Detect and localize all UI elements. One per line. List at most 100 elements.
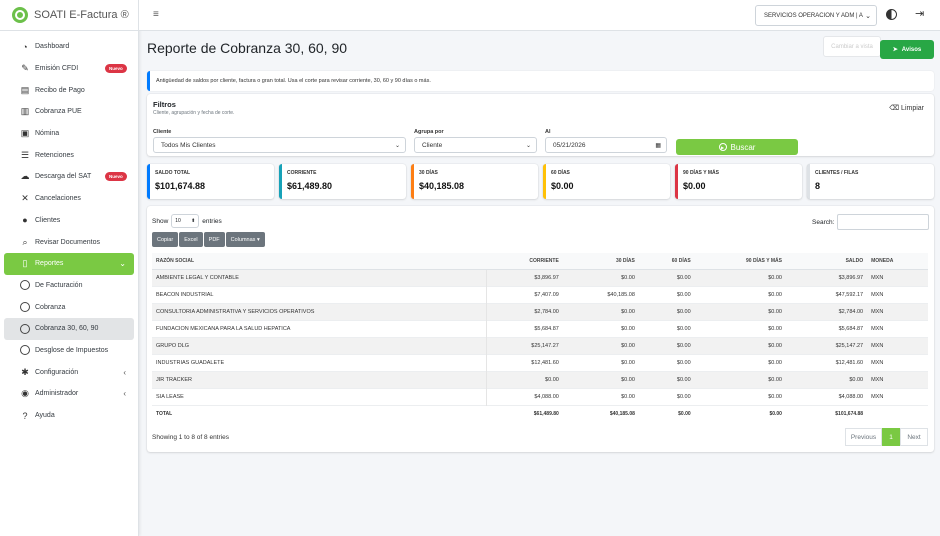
table-cell: MXN bbox=[867, 302, 928, 320]
export-button-0[interactable]: Copiar bbox=[152, 232, 179, 247]
sidebar-item-dashboard[interactable]: ◔ Dashboard bbox=[4, 36, 134, 58]
circle-icon bbox=[20, 280, 30, 291]
table-row[interactable]: GRUPO DLG $25,147.27 $0.00 $0.00 $0.00 $25,14… bbox=[152, 336, 928, 354]
new-badge: Nuevo bbox=[105, 64, 127, 74]
sidebar-item-recibo-de-pago[interactable]: ▤ Recibo de Pago bbox=[4, 79, 134, 101]
ghost-button[interactable]: Cambiar a vista bbox=[823, 36, 881, 57]
sidebar-item-label: Revisar Documentos bbox=[35, 238, 100, 246]
column-header[interactable]: 30 DÍAS bbox=[562, 253, 639, 270]
sidebar-item-desglose-de-impuestos[interactable]: Desglose de Impuestos bbox=[4, 340, 134, 362]
stat-value: $0.00 bbox=[551, 181, 574, 191]
calendar-icon[interactable]: ▦ bbox=[655, 142, 661, 149]
sidebar-item-cancelaciones[interactable]: ✕ Cancelaciones bbox=[4, 188, 134, 210]
date-input[interactable]: 05/21/2026 ▦ bbox=[545, 137, 667, 153]
stat-card: CLIENTES / FILAS 8 bbox=[807, 164, 934, 199]
table-row[interactable]: JIR TRACKER $0.00 $0.00 $0.00 $0.00 $0.00 MXN bbox=[152, 370, 928, 388]
sidebar-item-label: Administrador bbox=[35, 390, 79, 398]
buscar-button[interactable]: ▶ Buscar bbox=[676, 139, 798, 155]
export-button-2[interactable]: PDF bbox=[203, 232, 225, 247]
stat-value: $101,674.88 bbox=[155, 181, 206, 191]
sidebar-item-de-facturacion[interactable]: De Facturación bbox=[4, 275, 134, 297]
search-input[interactable] bbox=[837, 214, 930, 230]
table-cell: $0.00 bbox=[562, 319, 639, 337]
sidebar-item-label: Recibo de Pago bbox=[35, 86, 85, 94]
export-button-3[interactable]: Columnas ▾ bbox=[225, 232, 265, 247]
next-button[interactable]: Next bbox=[900, 428, 928, 446]
table-cell: MXN bbox=[867, 370, 928, 388]
total-cell: $101,674.88 bbox=[785, 404, 868, 422]
avisos-button[interactable]: ➤ Avisos bbox=[880, 40, 934, 59]
sidebar-nav: ◔ Dashboard ✎ Emisión CFDI Nuevo ▤ Recibo de P… bbox=[0, 31, 138, 426]
table-cell: MXN bbox=[867, 319, 928, 337]
total-cell: $61,489.80 bbox=[486, 404, 563, 422]
send-icon: ➤ bbox=[892, 47, 898, 53]
entries-value: 10 bbox=[175, 218, 181, 224]
sidebar-item-reportes[interactable]: ▯ Reportes ⌄ bbox=[4, 252, 134, 275]
table-row[interactable]: AMBIENTE LEGAL Y CONTABLE $3,896.97 $0.00 $… bbox=[152, 268, 928, 286]
sidebar-item-cobranza-30-60-90[interactable]: Cobranza 30, 60, 90 bbox=[4, 317, 134, 340]
sidebar-item-retenciones[interactable]: ☰ Retenciones bbox=[4, 144, 134, 166]
table-cell: $25,147.27 bbox=[785, 336, 868, 354]
cliente-label: Cliente bbox=[153, 129, 172, 135]
table-cell: $0.00 bbox=[694, 387, 786, 405]
brand[interactable]: SOATI E-Factura ® bbox=[0, 0, 138, 31]
hamburger-icon[interactable]: ≡ bbox=[153, 9, 159, 20]
agrupa-select[interactable]: Cliente ⌄ bbox=[414, 137, 537, 153]
table-cell: $0.00 bbox=[638, 336, 695, 354]
sidebar-item-clientes[interactable]: ● Clientes bbox=[4, 210, 134, 232]
column-header[interactable]: RAZÓN SOCIAL bbox=[152, 253, 487, 270]
list-icon: ☰ bbox=[20, 149, 30, 160]
sidebar-item-label: Cobranza 30, 60, 90 bbox=[35, 325, 99, 333]
app-name: SOATI E-Factura ® bbox=[34, 9, 129, 21]
sidebar-item-emision-cfdi[interactable]: ✎ Emisión CFDI Nuevo bbox=[4, 58, 134, 80]
topbar: ≡ SERVICIOS OPERACION Y ADM | A ⌄ ⇥ bbox=[139, 0, 940, 31]
play-icon: ▶ bbox=[718, 143, 727, 151]
table-search: Search: bbox=[812, 214, 930, 230]
sidebar-item-label: Configuración bbox=[35, 368, 79, 376]
table-row[interactable]: SIA LEASE $4,088.00 $0.00 $0.00 $0.00 $4,088.… bbox=[152, 387, 928, 405]
table-row[interactable]: INDUSTRIAS GUADALETE $12,481.60 $0.00 $0.00… bbox=[152, 353, 928, 371]
sidebar-item-cobranza-pue[interactable]: ▥ Cobranza PUE bbox=[4, 101, 134, 123]
column-header[interactable]: MONEDA bbox=[867, 253, 928, 270]
table-cell: FUNDACION MEXICANA PARA LA SALUD HEPATIC… bbox=[152, 319, 488, 337]
column-header[interactable]: 60 DÍAS bbox=[638, 253, 695, 270]
column-header[interactable]: SALDO bbox=[785, 253, 868, 270]
previous-button[interactable]: Previous bbox=[845, 428, 882, 446]
table-cell: $0.00 bbox=[562, 268, 639, 286]
stat-label: CLIENTES / FILAS bbox=[815, 170, 859, 176]
show-label: Show bbox=[152, 217, 169, 225]
table-cell: $12,481.60 bbox=[486, 353, 563, 371]
contrast-icon[interactable] bbox=[886, 9, 897, 20]
export-button-1[interactable]: Excel bbox=[179, 232, 203, 247]
sidebar-item-cobranza[interactable]: Cobranza bbox=[4, 296, 134, 318]
eraser-icon: ⌫ bbox=[889, 105, 900, 112]
table-row[interactable]: FUNDACION MEXICANA PARA LA SALUD HEPATIC… bbox=[152, 319, 928, 337]
column-header[interactable]: CORRIENTE bbox=[486, 253, 563, 270]
sidebar-item-descarga-del-sat[interactable]: ☁ Descarga del SAT Nuevo bbox=[4, 166, 134, 188]
entries-select[interactable]: 10 bbox=[171, 214, 200, 228]
sidebar-item-revisar-documentos[interactable]: ⌕ Revisar Documentos bbox=[4, 231, 134, 253]
table-cell: $0.00 bbox=[562, 353, 639, 371]
cliente-select[interactable]: Todos Mis Clientes ⌄ bbox=[153, 137, 406, 153]
sidebar-item-administrador[interactable]: ◉ Administrador ‹ bbox=[4, 383, 134, 405]
table-cell: $0.00 bbox=[638, 319, 695, 337]
logout-icon[interactable]: ⇥ bbox=[915, 7, 924, 20]
table-row[interactable]: BEACON INDUSTRIAL $7,407.09 $40,185.08 $0.0… bbox=[152, 285, 928, 303]
table-cell: $0.00 bbox=[562, 336, 639, 354]
total-cell: $0.00 bbox=[638, 404, 695, 422]
stat-label: 60 DÍAS bbox=[551, 170, 570, 176]
al-label: Al bbox=[545, 129, 551, 135]
stat-card: 60 DÍAS $0.00 bbox=[543, 164, 670, 199]
sidebar-item-configuracion[interactable]: ✱ Configuración ‹ bbox=[4, 361, 134, 383]
receipt-icon: ▤ bbox=[20, 84, 30, 95]
sidebar-item-nomina[interactable]: ▣ Nómina bbox=[4, 123, 134, 145]
sidebar-item-ayuda[interactable]: ? Ayuda bbox=[4, 405, 134, 427]
table-cell: AMBIENTE LEGAL Y CONTABLE bbox=[152, 268, 488, 286]
limpiar-button[interactable]: ⌫ Limpiar bbox=[889, 104, 924, 112]
stat-card: 30 DÍAS $40,185.08 bbox=[411, 164, 538, 199]
column-header[interactable]: 90 DÍAS Y MÁS bbox=[694, 253, 786, 270]
page-1-button[interactable]: 1 bbox=[882, 428, 900, 446]
table-row[interactable]: CONSULTORIA ADMINISTRATIVA Y SERVICIOS O… bbox=[152, 302, 928, 320]
company-select[interactable]: SERVICIOS OPERACION Y ADM | A ⌄ bbox=[755, 5, 877, 26]
sidebar-item-label: Reportes bbox=[35, 260, 64, 268]
